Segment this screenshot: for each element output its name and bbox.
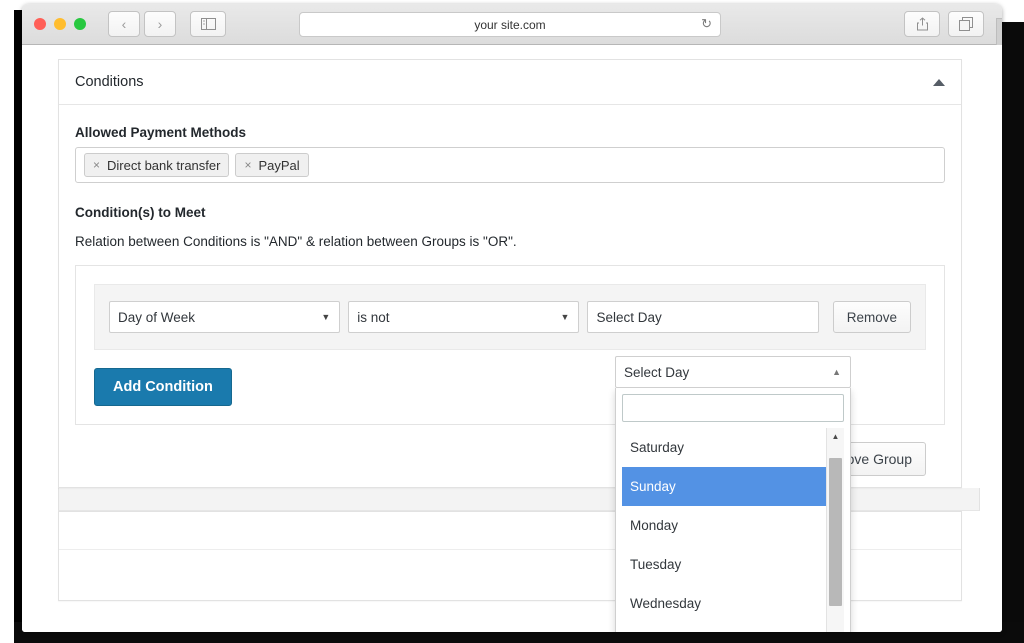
window-controls	[34, 18, 86, 30]
maximize-window-button[interactable]	[74, 18, 86, 30]
condition-value-text: Select Day	[596, 309, 662, 325]
remove-token-icon[interactable]: ×	[93, 159, 100, 171]
window-shadow-right	[1000, 22, 1024, 643]
day-options-scrollbar[interactable]: ▲ ▼	[826, 428, 844, 632]
chevron-down-icon: ▼	[560, 312, 570, 322]
payment-method-token[interactable]: × Direct bank transfer	[84, 153, 230, 177]
payment-method-token[interactable]: × PayPal	[235, 153, 309, 177]
remove-token-icon[interactable]: ×	[244, 159, 251, 171]
condition-operator-value: is not	[357, 309, 390, 325]
sidebar-group	[190, 11, 226, 37]
condition-row: Day of Week ▼ is not ▼ Select Day Remove	[94, 284, 926, 350]
show-tabs-icon[interactable]	[948, 11, 984, 37]
browser-toolbar: ‹ › your site.com ↻	[22, 4, 1002, 46]
condition-value-select-placeholder[interactable]: Select Day	[587, 301, 819, 333]
toolbar-right-actions	[904, 11, 984, 37]
scrollbar-thumb[interactable]	[829, 458, 842, 606]
allowed-payment-methods-field[interactable]: × Direct bank transfer × PayPal	[75, 147, 945, 183]
day-select-panel: Saturday Sunday Monday Tuesday Wednesday…	[615, 388, 851, 632]
day-select-dropdown[interactable]: Select Day ▲ Saturday Sunday Monday Tues…	[615, 356, 851, 632]
forward-button[interactable]: ›	[144, 11, 176, 37]
day-options-list: Saturday Sunday Monday Tuesday Wednesday…	[622, 428, 844, 632]
day-option-selected[interactable]: Sunday	[622, 467, 844, 506]
remove-condition-button[interactable]: Remove	[832, 301, 911, 333]
screen: ‹ › your site.com ↻ Conditions Allowed P…	[0, 0, 1024, 643]
day-select-control[interactable]: Select Day ▲	[615, 356, 851, 388]
sidebar-toggle-icon[interactable]	[190, 11, 226, 37]
back-button[interactable]: ‹	[108, 11, 140, 37]
chevron-up-icon: ▲	[832, 367, 841, 377]
day-option[interactable]: Saturday	[622, 428, 844, 467]
day-option[interactable]: Thursday	[622, 623, 844, 632]
navigation-buttons: ‹ ›	[108, 11, 176, 37]
condition-subject-value: Day of Week	[118, 309, 196, 325]
add-condition-button[interactable]: Add Condition	[94, 368, 232, 406]
url-text: your site.com	[474, 17, 546, 32]
condition-operator-select[interactable]: is not ▼	[348, 301, 580, 333]
day-search-input[interactable]	[622, 394, 844, 422]
conditions-panel-header[interactable]: Conditions	[59, 60, 961, 105]
chevron-up-icon[interactable]	[933, 78, 945, 86]
token-label: PayPal	[258, 157, 300, 173]
token-label: Direct bank transfer	[107, 157, 221, 173]
new-tab-button[interactable]: +	[996, 18, 1002, 46]
conditions-helper-text: Relation between Conditions is "AND" & r…	[75, 234, 517, 249]
day-option[interactable]: Wednesday	[622, 584, 844, 623]
day-select-display: Select Day	[624, 364, 690, 380]
day-options-list-wrap: Saturday Sunday Monday Tuesday Wednesday…	[622, 428, 844, 632]
day-option[interactable]: Tuesday	[622, 545, 844, 584]
page-title: Conditions	[75, 74, 144, 90]
page-content: Conditions Allowed Payment Methods × Dir…	[22, 45, 1002, 632]
condition-subject-select[interactable]: Day of Week ▼	[109, 301, 341, 333]
conditions-to-meet-label: Condition(s) to Meet	[75, 205, 206, 220]
browser-window: ‹ › your site.com ↻ Conditions Allowed P…	[22, 4, 1002, 632]
allowed-payment-methods-label: Allowed Payment Methods	[75, 125, 247, 140]
triangle-down-icon[interactable]: ▼	[827, 631, 844, 632]
chevron-down-icon: ▼	[321, 312, 331, 322]
day-option[interactable]: Monday	[622, 506, 844, 545]
share-icon[interactable]	[904, 11, 940, 37]
minimize-window-button[interactable]	[54, 18, 66, 30]
triangle-up-icon[interactable]: ▲	[827, 428, 844, 445]
address-bar[interactable]: your site.com ↻	[299, 12, 721, 37]
reload-icon[interactable]: ↻	[701, 16, 712, 32]
close-window-button[interactable]	[34, 18, 46, 30]
